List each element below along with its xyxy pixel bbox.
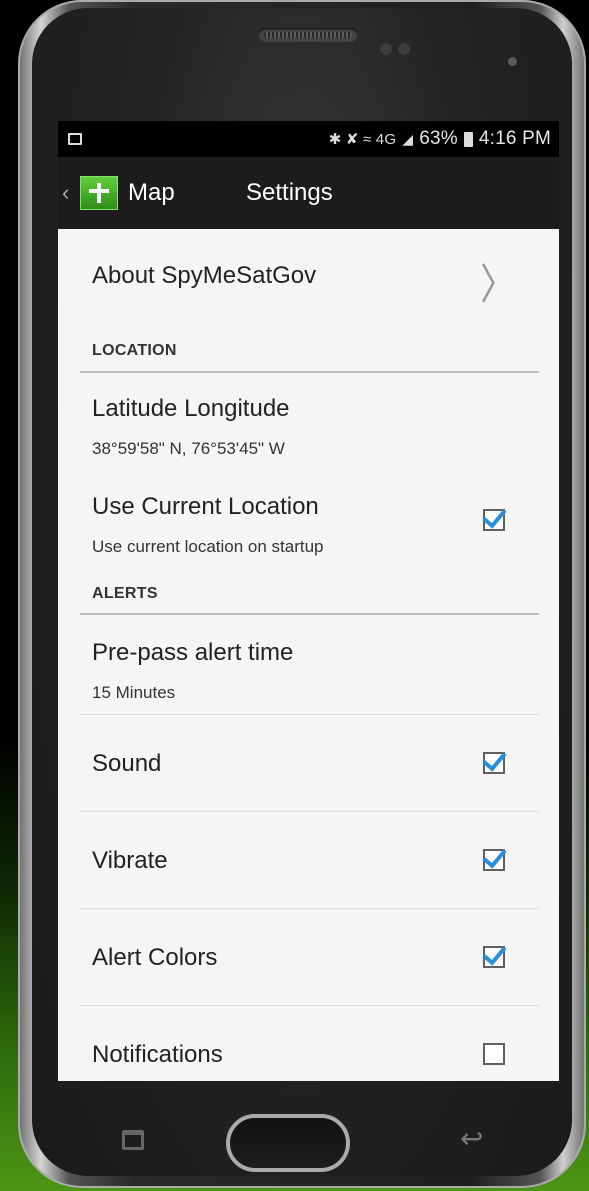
back-arrow-icon[interactable]: ↩ <box>460 1122 483 1155</box>
lat-long-row[interactable]: Latitude Longitude 38°59'58" N, 76°53'45… <box>58 373 559 483</box>
use-current-location-row[interactable]: Use Current Location Use current locatio… <box>58 483 559 583</box>
action-bar: ‹ Map Settings <box>58 157 559 229</box>
chevron-right-icon: 〉 <box>480 260 516 309</box>
recent-apps-icon[interactable] <box>122 1130 144 1150</box>
sound-label: Sound <box>92 750 162 777</box>
notifications-checkbox[interactable] <box>483 1043 505 1065</box>
lat-long-title: Latitude Longitude <box>92 395 290 422</box>
use-current-location-sub: Use current location on startup <box>92 537 324 556</box>
map-back-link[interactable]: Map <box>128 179 246 207</box>
home-button[interactable] <box>226 1114 350 1172</box>
use-current-location-checkbox[interactable] <box>483 509 505 531</box>
sound-checkbox[interactable] <box>483 752 505 774</box>
alert-colors-label: Alert Colors <box>92 944 218 971</box>
battery-icon <box>463 131 473 147</box>
alert-colors-checkbox[interactable] <box>483 946 505 968</box>
vibrate-label: Vibrate <box>92 847 168 874</box>
device-screen: ✱ ✘ ≈ 4G ◢ 63% 4:16 PM ‹ Map Settings Ab… <box>58 121 559 1081</box>
sound-row[interactable]: Sound <box>58 715 559 812</box>
clock: 4:16 PM <box>478 128 551 149</box>
connectivity-icons: ✱ ✘ ≈ 4G <box>328 131 397 148</box>
notifications-row[interactable]: Notifications <box>58 1006 559 1081</box>
app-logo-icon[interactable] <box>80 176 118 210</box>
front-camera <box>508 57 517 66</box>
vibrate-checkbox[interactable] <box>483 849 505 871</box>
alert-colors-row[interactable]: Alert Colors <box>58 909 559 1006</box>
proximity-sensor <box>380 43 392 55</box>
about-row[interactable]: About SpyMeSatGov 〉 <box>58 229 559 331</box>
prepass-alert-value: 15 Minutes <box>92 683 176 702</box>
signal-icon: ◢ <box>402 130 414 147</box>
about-label: About SpyMeSatGov <box>92 262 317 289</box>
prepass-alert-title: Pre-pass alert time <box>92 639 294 666</box>
notifications-label: Notifications <box>92 1041 223 1068</box>
section-header-alerts: ALERTS <box>92 585 158 602</box>
section-header-location: LOCATION <box>92 342 177 359</box>
screenshot-notification-icon <box>68 133 82 145</box>
back-chevron-icon[interactable]: ‹ <box>62 180 76 206</box>
status-bar: ✱ ✘ ≈ 4G ◢ 63% 4:16 PM <box>58 121 559 157</box>
lat-long-value: 38°59'58" N, 76°53'45" W <box>92 439 285 458</box>
use-current-location-title: Use Current Location <box>92 493 319 520</box>
page-title: Settings <box>246 179 333 206</box>
prepass-alert-row[interactable]: Pre-pass alert time 15 Minutes <box>58 615 559 715</box>
vibrate-row[interactable]: Vibrate <box>58 812 559 909</box>
light-sensor <box>398 43 410 55</box>
earpiece-speaker <box>258 28 358 42</box>
battery-percent: 63% <box>419 128 458 149</box>
